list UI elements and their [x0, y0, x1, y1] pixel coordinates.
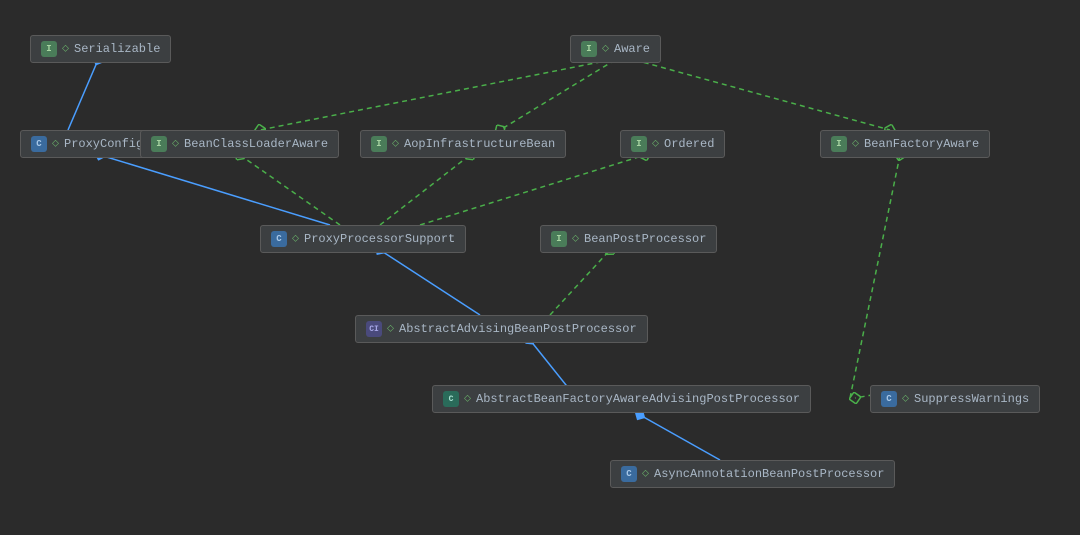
badge-ordered: I — [631, 136, 647, 152]
node-ordered: I ⬦ Ordered — [620, 130, 725, 158]
label-bean-post-processor: BeanPostProcessor — [584, 232, 706, 246]
node-bean-factory-aware: I ⬦ BeanFactoryAware — [820, 130, 990, 158]
node-bean-classloader-aware: I ⬦ BeanClassLoaderAware — [140, 130, 339, 158]
arrows-layer — [0, 0, 1080, 535]
leaf-icon-ordered: ⬦ — [652, 138, 659, 150]
node-suppress-warnings: C ⬦ SuppressWarnings — [870, 385, 1040, 413]
label-proxy-config: ProxyConfig — [64, 137, 143, 151]
node-proxy-config: C ⬦ ProxyConfig — [20, 130, 154, 158]
leaf-icon-abstract-bean-factory: ⬦ — [464, 393, 471, 405]
badge-serializable: I — [41, 41, 57, 57]
leaf-icon-aop-infrastructure-bean: ⬦ — [392, 138, 399, 150]
node-aop-infrastructure-bean: I ⬦ AopInfrastructureBean — [360, 130, 566, 158]
badge-proxy-processor-support: C — [271, 231, 287, 247]
label-aware: Aware — [614, 42, 650, 56]
badge-bean-classloader-aware: I — [151, 136, 167, 152]
label-serializable: Serializable — [74, 42, 160, 56]
node-serializable: I ⬦ Serializable — [30, 35, 171, 63]
label-aop-infrastructure-bean: AopInfrastructureBean — [404, 137, 555, 151]
label-proxy-processor-support: ProxyProcessorSupport — [304, 232, 455, 246]
leaf-icon-suppress-warnings: ⬦ — [902, 393, 909, 405]
diagram-container: I ⬦ Serializable I ⬦ Aware C ⬦ ProxyConf… — [0, 0, 1080, 535]
label-bean-classloader-aware: BeanClassLoaderAware — [184, 137, 328, 151]
leaf-icon-async-annotation: ⬦ — [642, 468, 649, 480]
leaf-icon-serializable: ⬦ — [62, 43, 69, 55]
badge-async-annotation: C — [621, 466, 637, 482]
node-abstract-bean-factory: C ⬦ AbstractBeanFactoryAwareAdvisingPost… — [432, 385, 811, 413]
label-bean-factory-aware: BeanFactoryAware — [864, 137, 979, 151]
label-suppress-warnings: SuppressWarnings — [914, 392, 1029, 406]
label-async-annotation: AsyncAnnotationBeanPostProcessor — [654, 467, 884, 481]
badge-bean-factory-aware: I — [831, 136, 847, 152]
label-abstract-bean-factory: AbstractBeanFactoryAwareAdvisingPostProc… — [476, 392, 800, 406]
label-ordered: Ordered — [664, 137, 714, 151]
badge-bean-post-processor: I — [551, 231, 567, 247]
badge-proxy-config: C — [31, 136, 47, 152]
leaf-icon-bean-classloader-aware: ⬦ — [172, 138, 179, 150]
leaf-icon-abstract-advising: ⬦ — [387, 323, 394, 335]
badge-suppress-warnings: C — [881, 391, 897, 407]
label-abstract-advising: AbstractAdvisingBeanPostProcessor — [399, 322, 637, 336]
leaf-icon-proxy-config: ⬦ — [52, 138, 59, 150]
badge-abstract-bean-factory: C — [443, 391, 459, 407]
leaf-icon-proxy-processor-support: ⬦ — [292, 233, 299, 245]
badge-aop-infrastructure-bean: I — [371, 136, 387, 152]
node-async-annotation: C ⬦ AsyncAnnotationBeanPostProcessor — [610, 460, 895, 488]
leaf-icon-bean-factory-aware: ⬦ — [852, 138, 859, 150]
node-aware: I ⬦ Aware — [570, 35, 661, 63]
node-proxy-processor-support: C ⬦ ProxyProcessorSupport — [260, 225, 466, 253]
node-bean-post-processor: I ⬦ BeanPostProcessor — [540, 225, 717, 253]
badge-abstract-advising: CI — [366, 321, 382, 337]
leaf-icon-bean-post-processor: ⬦ — [572, 233, 579, 245]
leaf-icon-aware: ⬦ — [602, 43, 609, 55]
badge-aware: I — [581, 41, 597, 57]
node-abstract-advising: CI ⬦ AbstractAdvisingBeanPostProcessor — [355, 315, 648, 343]
